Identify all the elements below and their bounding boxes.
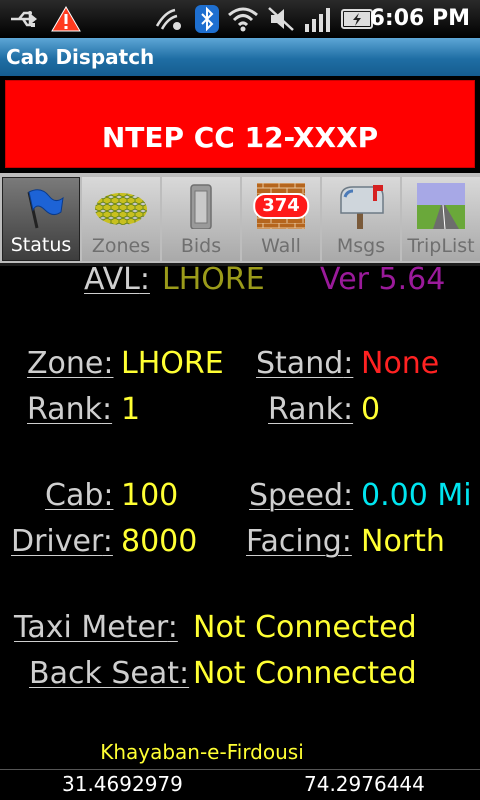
back-seat-label: Back Seat: [29, 656, 190, 691]
status-bar: 6:06 PM [0, 0, 480, 38]
tab-zones[interactable]: Zones [82, 177, 160, 261]
speed-label: Speed: [249, 478, 354, 513]
flag-icon [15, 184, 67, 230]
clock-time: 6:06 PM [369, 6, 470, 31]
stand-label: Stand: [256, 346, 354, 381]
latitude-value: 31.4692979 [62, 772, 183, 796]
bid-frame-icon [175, 183, 227, 230]
facing-label: Facing: [246, 524, 352, 559]
cab-label: Cab: [45, 478, 114, 513]
stand-value: None [361, 346, 440, 381]
usb-icon [8, 5, 42, 33]
avl-label: AVL: [84, 262, 150, 297]
taxi-meter-value: Not Connected [193, 610, 417, 645]
road-icon [415, 183, 467, 230]
tab-triplist[interactable]: TripList [402, 177, 480, 261]
tab-bar: Status Zones Bids 374 Wall Msgs TripList [0, 173, 480, 263]
nfc-icon [152, 5, 186, 33]
taxi-meter-label: Taxi Meter: [14, 610, 178, 645]
wifi-icon [226, 5, 260, 33]
avl-row: AVL: LHORE Ver 5.64 [0, 252, 480, 300]
tab-bids[interactable]: Bids [162, 177, 240, 261]
facing-value: North [361, 524, 445, 559]
speed-value: 0.00 Mi [361, 478, 472, 513]
warning-icon [50, 5, 82, 33]
version-text: Ver 5.64 [320, 262, 446, 297]
wall-count-badge: 374 [253, 193, 309, 219]
longitude-value: 74.2976444 [304, 772, 425, 796]
driver-label: Driver: [11, 524, 113, 559]
stand-rank-label: Rank: [268, 392, 354, 427]
street-name: Khayaban-e-Firdousi [100, 740, 304, 764]
zone-rank-label: Rank: [27, 392, 113, 427]
meter-status-banner[interactable]: NTEP CC 12-XXXP [5, 80, 475, 168]
mailbox-icon [335, 183, 387, 229]
zone-rank-value: 1 [121, 392, 141, 427]
mute-icon [266, 5, 296, 33]
app-title: Cab Dispatch [6, 45, 155, 69]
bluetooth-icon [194, 5, 220, 33]
tab-status[interactable]: Status [2, 177, 80, 261]
cab-value: 100 [121, 478, 179, 513]
app-title-bar: Cab Dispatch [0, 38, 480, 76]
avl-value: LHORE [162, 262, 265, 297]
signal-icon [302, 5, 336, 33]
stand-rank-value: 0 [361, 392, 381, 427]
tab-msgs[interactable]: Msgs [322, 177, 400, 261]
zone-value: LHORE [121, 346, 224, 381]
tab-wall[interactable]: 374 Wall [242, 177, 320, 261]
honeycomb-icon [95, 183, 147, 229]
zone-label: Zone: [27, 346, 114, 381]
back-seat-value: Not Connected [193, 656, 417, 691]
driver-value: 8000 [121, 524, 198, 559]
banner-text: NTEP CC 12-XXXP [101, 121, 379, 154]
footer-divider [0, 769, 480, 770]
